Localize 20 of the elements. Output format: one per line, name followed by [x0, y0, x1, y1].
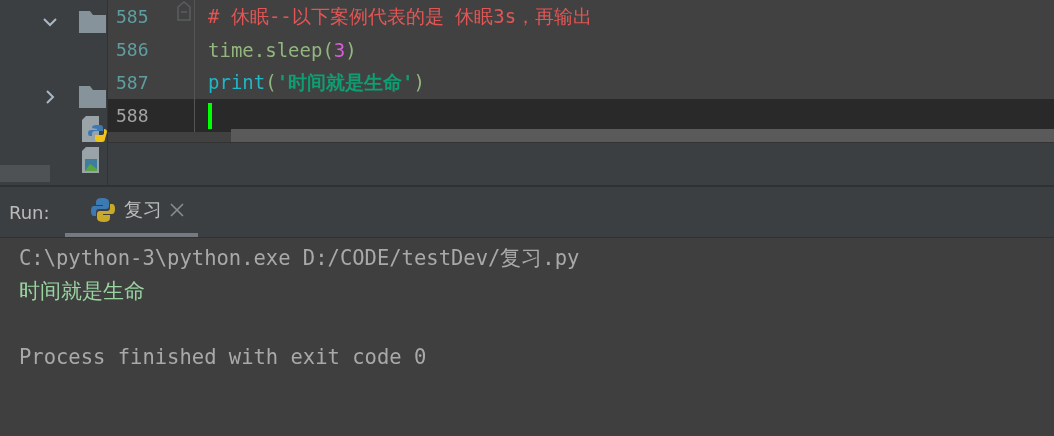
console-line: Process finished with exit code 0: [19, 344, 428, 371]
run-tab[interactable]: 复习: [65, 187, 198, 237]
line-number: 585: [115, 6, 150, 27]
close-icon[interactable]: [170, 203, 184, 217]
console-line: C:\python-3\python.exe D:/CODE/testDev/复习.py: [19, 245, 581, 272]
code-line: # 休眠--以下案例代表的是 休眠3s，再输出: [208, 3, 593, 29]
python-file-icon[interactable]: [82, 116, 108, 144]
line-number: 586: [115, 39, 150, 60]
python-icon: [90, 197, 116, 223]
code-line: time.sleep(3): [208, 38, 357, 61]
run-label: Run:: [8, 201, 51, 223]
console-line: 时间就是生命: [19, 278, 146, 305]
folder-icon[interactable]: [79, 11, 106, 33]
folder-icon[interactable]: [79, 86, 106, 108]
scrollbar-thumb[interactable]: [231, 129, 1054, 143]
image-file-icon[interactable]: [82, 147, 102, 173]
line-number: 588: [115, 105, 150, 126]
code-line: print('时间就是生命'): [208, 69, 425, 95]
text-cursor: [208, 102, 212, 129]
line-number: 587: [115, 72, 150, 93]
